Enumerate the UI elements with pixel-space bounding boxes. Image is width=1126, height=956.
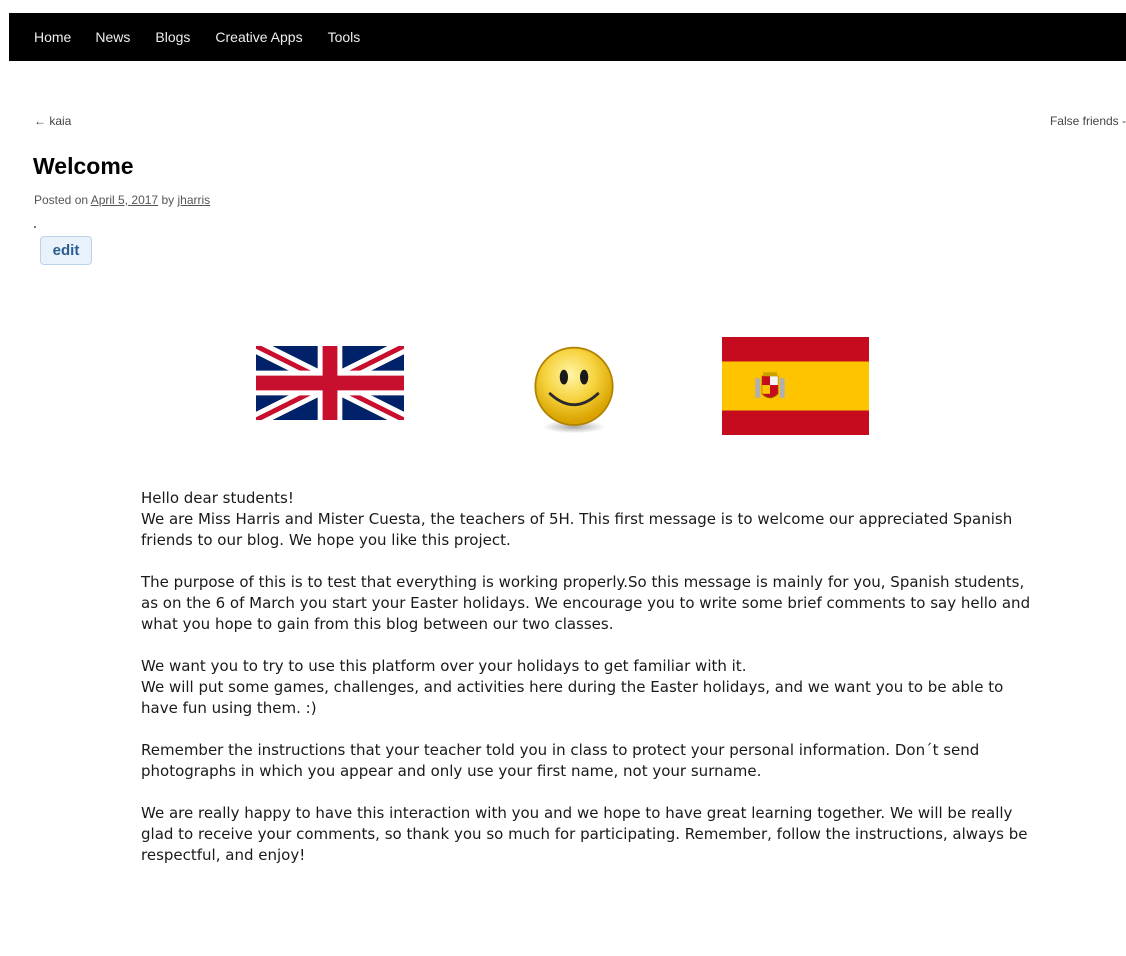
separator-dot bbox=[34, 226, 36, 228]
smiley-face-image bbox=[534, 346, 614, 434]
nav-item-news[interactable]: News bbox=[95, 13, 130, 61]
paragraph-platform-line-1: We want you to try to use this platform … bbox=[141, 657, 747, 675]
post-date-link[interactable]: April 5, 2017 bbox=[91, 193, 158, 207]
paragraph-intro: We are Miss Harris and Mister Cuesta, th… bbox=[141, 510, 1013, 549]
paragraph-privacy: Remember the instructions that your teac… bbox=[141, 741, 980, 780]
paragraph-purpose: The purpose of this is to test that ever… bbox=[141, 573, 1031, 633]
next-post-link[interactable]: False friends - bbox=[1050, 114, 1126, 128]
nav-item-creative-apps[interactable]: Creative Apps bbox=[215, 13, 302, 61]
nav-item-tools[interactable]: Tools bbox=[328, 13, 361, 61]
nav-item-blogs[interactable]: Blogs bbox=[155, 13, 190, 61]
edit-button[interactable]: edit bbox=[40, 236, 92, 265]
paragraph-platform-line-2: We will put some games, challenges, and … bbox=[141, 678, 1004, 717]
meta-posted-on: Posted on bbox=[34, 193, 89, 207]
previous-post-link[interactable]: ← kaia bbox=[34, 114, 71, 128]
spain-flag-image bbox=[722, 337, 869, 435]
author-link[interactable]: jharris bbox=[177, 193, 210, 207]
top-navigation-bar: Home News Blogs Creative Apps Tools bbox=[9, 13, 1126, 61]
nav-item-home[interactable]: Home bbox=[34, 13, 71, 61]
post-content: Hello dear students! We are Miss Harris … bbox=[141, 488, 1041, 887]
post-meta: Posted on April 5, 2017 by jharris bbox=[34, 193, 210, 207]
post-title: Welcome bbox=[33, 153, 134, 179]
uk-flag-image bbox=[256, 346, 404, 420]
meta-by: by bbox=[161, 193, 175, 207]
greeting-text: Hello dear students! bbox=[141, 489, 294, 507]
paragraph-closing: We are really happy to have this interac… bbox=[141, 804, 1028, 864]
